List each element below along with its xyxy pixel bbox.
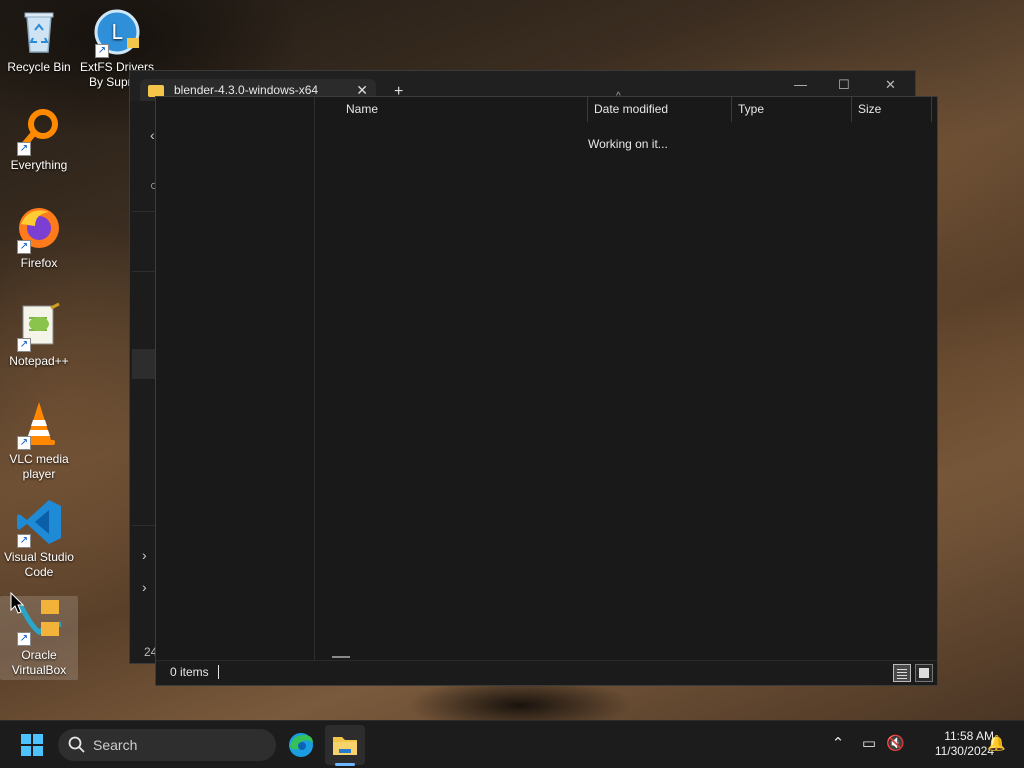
details-view-icon [897,669,907,670]
desktop-icon-label: Visual Studio Code [4,550,74,579]
column-header-label: Name [346,102,379,116]
windows-logo-icon [21,734,43,756]
column-header-label: Date modified [594,102,669,116]
horizontal-scrollbar[interactable] [332,656,350,658]
taskbar: Search ⌃ ▭ 🔇 11:58 AM 11/30/2024 🔔 [0,720,1024,768]
desktop-icon-label: Oracle VirtualBox [11,648,67,677]
shortcut-arrow-icon: ↗ [17,338,31,352]
navigation-pane[interactable] [156,97,315,663]
column-header-size[interactable]: Size [852,97,932,122]
search-placeholder: Search [93,737,138,753]
taskbar-search-box[interactable]: Search [58,729,276,761]
column-header-date-modified[interactable]: Date modified [588,97,732,122]
file-explorer-icon [333,737,357,755]
column-header-name[interactable]: Name [316,97,588,122]
desktop-icon-label: Everything [10,158,68,172]
maximize-button[interactable]: ☐ [838,77,850,93]
divider [132,271,156,302]
selected-nav-row[interactable] [132,349,156,379]
notepad-plus-plus-icon: ↗ [15,302,63,352]
file-browser-dialog[interactable]: ^ Name Date modified Type Size Working o… [155,91,938,686]
desktop-icon-everything[interactable]: ↗ Everything [0,106,78,173]
shortcut-arrow-icon: ↗ [17,534,31,548]
items-count: 0 items [170,665,209,679]
details-view-icon-line [897,678,907,679]
close-button[interactable]: ✕ [885,77,896,93]
shortcut-arrow-icon: ↗ [95,44,109,58]
status-bar: 0 items [156,660,937,685]
desktop-icon-label: VLC media player [9,452,69,481]
large-icons-view-icon [919,668,929,678]
active-app-indicator [335,763,355,766]
details-view-icon-line [897,672,907,673]
search-icon [68,736,85,753]
column-header-row: ^ Name Date modified Type Size [316,91,932,122]
network-icon[interactable]: ▭ [860,735,878,753]
taskbar-edge-button[interactable] [281,725,321,765]
vlc-cone-icon: ↗ [15,400,63,450]
desktop-icon-recycle-bin[interactable]: Recycle Bin [0,8,78,75]
background-nav-strip: ‹ ○ › › [130,101,158,663]
mouse-pointer-icon [10,592,24,614]
desktop-icon-firefox[interactable]: ↗ Firefox [0,204,78,271]
desktop-icon-label: Recycle Bin [7,60,71,74]
extfs-drivers-icon: L ↗ [93,8,141,58]
notification-bell-icon[interactable]: 🔔 [987,735,1006,753]
expand-chevron-icon[interactable]: › [142,547,147,563]
divider [132,211,156,242]
clock-time: 11:58 AM [944,729,994,743]
start-button[interactable] [12,725,52,765]
recycle-bin-icon [15,8,63,56]
desktop-icon-label: Firefox [20,256,58,270]
large-icons-view-button[interactable] [915,664,933,682]
volume-muted-icon[interactable]: 🔇 [886,735,905,753]
column-header-type[interactable]: Type [732,97,852,122]
status-divider [218,665,219,679]
show-hidden-icons-chevron-icon[interactable]: ⌃ [829,735,847,753]
loading-message: Working on it... [588,137,668,151]
column-header-label: Size [858,102,882,116]
details-view-button[interactable] [893,664,911,682]
details-view-icon-line [897,675,907,676]
desktop-icon-vlc-media-player[interactable]: ↗ VLC media player [0,400,78,482]
shortcut-arrow-icon: ↗ [17,240,31,254]
shortcut-arrow-icon: ↗ [17,142,31,156]
svg-text:L: L [111,20,123,44]
shortcut-arrow-icon: ↗ [17,632,31,646]
back-arrow-icon[interactable]: ‹ [150,127,155,143]
minimize-button[interactable]: — [794,77,807,92]
desktop-icon-notepad-plus-plus[interactable]: ↗ Notepad++ [0,302,78,369]
taskbar-file-explorer-button[interactable] [325,725,365,765]
edge-icon [289,733,313,757]
desktop-icon-visual-studio-code[interactable]: ↗ Visual Studio Code [0,498,78,580]
vscode-icon: ↗ [15,498,63,548]
tab-title: blender-4.3.0-windows-x64 [174,83,319,97]
expand-chevron-icon[interactable]: › [142,579,147,595]
firefox-icon: ↗ [15,204,63,254]
column-header-label: Type [738,102,765,116]
clock-date: 11/30/2024 [934,744,994,758]
system-clock[interactable]: 11:58 AM 11/30/2024 [912,729,994,759]
everything-icon: ↗ [15,106,63,156]
desktop-icon-label: Notepad++ [9,354,69,368]
shortcut-arrow-icon: ↗ [17,436,31,450]
